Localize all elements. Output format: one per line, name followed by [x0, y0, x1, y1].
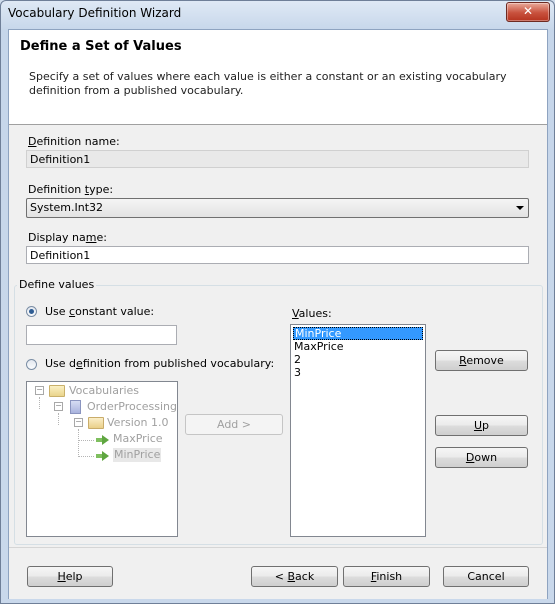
constant-value-input[interactable]	[26, 325, 177, 345]
add-button[interactable]: Add >	[185, 414, 283, 435]
version-folder-icon	[88, 417, 104, 429]
title-bar[interactable]: Vocabulary Definition Wizard ✕	[1, 1, 554, 27]
up-button[interactable]: Up	[435, 415, 528, 436]
wizard-window: Vocabulary Definition Wizard ✕ Define a …	[0, 0, 555, 604]
definition-type-label: Definition type:	[28, 183, 114, 196]
definition-type-dropdown[interactable]: System.Int32	[26, 198, 529, 218]
footer-bar: Help < Back Finish Cancel	[9, 547, 547, 599]
collapse-icon[interactable]: −	[74, 418, 83, 427]
remove-button[interactable]: Remove	[435, 350, 528, 371]
values-list-item[interactable]: 2	[293, 353, 424, 366]
use-definition-label[interactable]: Use definition from published vocabulary…	[45, 357, 274, 370]
page-title: Define a Set of Values	[20, 39, 182, 54]
tree-connector	[39, 397, 40, 409]
values-label: Values:	[292, 307, 332, 320]
collapse-icon[interactable]: −	[35, 386, 44, 395]
definition-arrow-icon	[96, 451, 109, 461]
define-values-group-label: Define values	[17, 278, 97, 291]
tree-node-maxprice[interactable]: MaxPrice	[113, 432, 163, 446]
down-button[interactable]: Down	[435, 447, 528, 468]
tree-connector	[78, 456, 94, 457]
wizard-client-area: Define a Set of Values Specify a set of …	[8, 29, 548, 599]
values-list-item[interactable]: MinPrice	[293, 327, 423, 340]
display-name-label: Display name:	[28, 231, 107, 244]
cancel-button[interactable]: Cancel	[443, 566, 529, 587]
use-constant-label[interactable]: Use constant value:	[45, 305, 154, 318]
definition-arrow-icon	[96, 435, 109, 445]
tree-node-version[interactable]: Version 1.0	[107, 416, 168, 430]
use-definition-radio[interactable]	[26, 359, 37, 370]
folder-icon	[49, 385, 65, 397]
definition-name-label: Definition name:	[28, 135, 120, 148]
close-icon: ✕	[522, 4, 534, 18]
values-list-item[interactable]: 3	[293, 366, 424, 379]
tree-node-minprice[interactable]: MinPrice	[113, 448, 162, 462]
window-title: Vocabulary Definition Wizard	[8, 6, 182, 20]
close-button[interactable]: ✕	[506, 2, 550, 22]
chevron-down-icon	[516, 206, 524, 210]
definition-type-value: System.Int32	[30, 201, 104, 214]
values-list-item[interactable]: MaxPrice	[293, 340, 424, 353]
collapse-icon[interactable]: −	[54, 402, 63, 411]
use-constant-radio[interactable]	[26, 306, 37, 317]
tree-node-orderprocessing[interactable]: OrderProcessing	[87, 400, 177, 414]
vocabulary-tree[interactable]: − Vocabularies − OrderProcessing − Versi…	[26, 381, 178, 537]
help-button[interactable]: Help	[27, 566, 113, 587]
definition-name-field: Definition1	[26, 150, 529, 168]
display-name-field[interactable]: Definition1	[26, 246, 529, 264]
wizard-header: Define a Set of Values Specify a set of …	[9, 30, 547, 125]
values-list[interactable]: MinPrice MaxPrice 2 3	[290, 324, 426, 537]
tree-connector	[78, 440, 94, 441]
back-button[interactable]: < Back	[251, 566, 338, 587]
tree-connector	[78, 429, 79, 457]
tree-connector	[58, 413, 59, 425]
tree-node-vocabularies[interactable]: Vocabularies	[69, 384, 139, 398]
finish-button[interactable]: Finish	[343, 566, 430, 587]
vocabulary-icon	[70, 400, 81, 414]
page-description: Specify a set of values where each value…	[29, 70, 507, 97]
